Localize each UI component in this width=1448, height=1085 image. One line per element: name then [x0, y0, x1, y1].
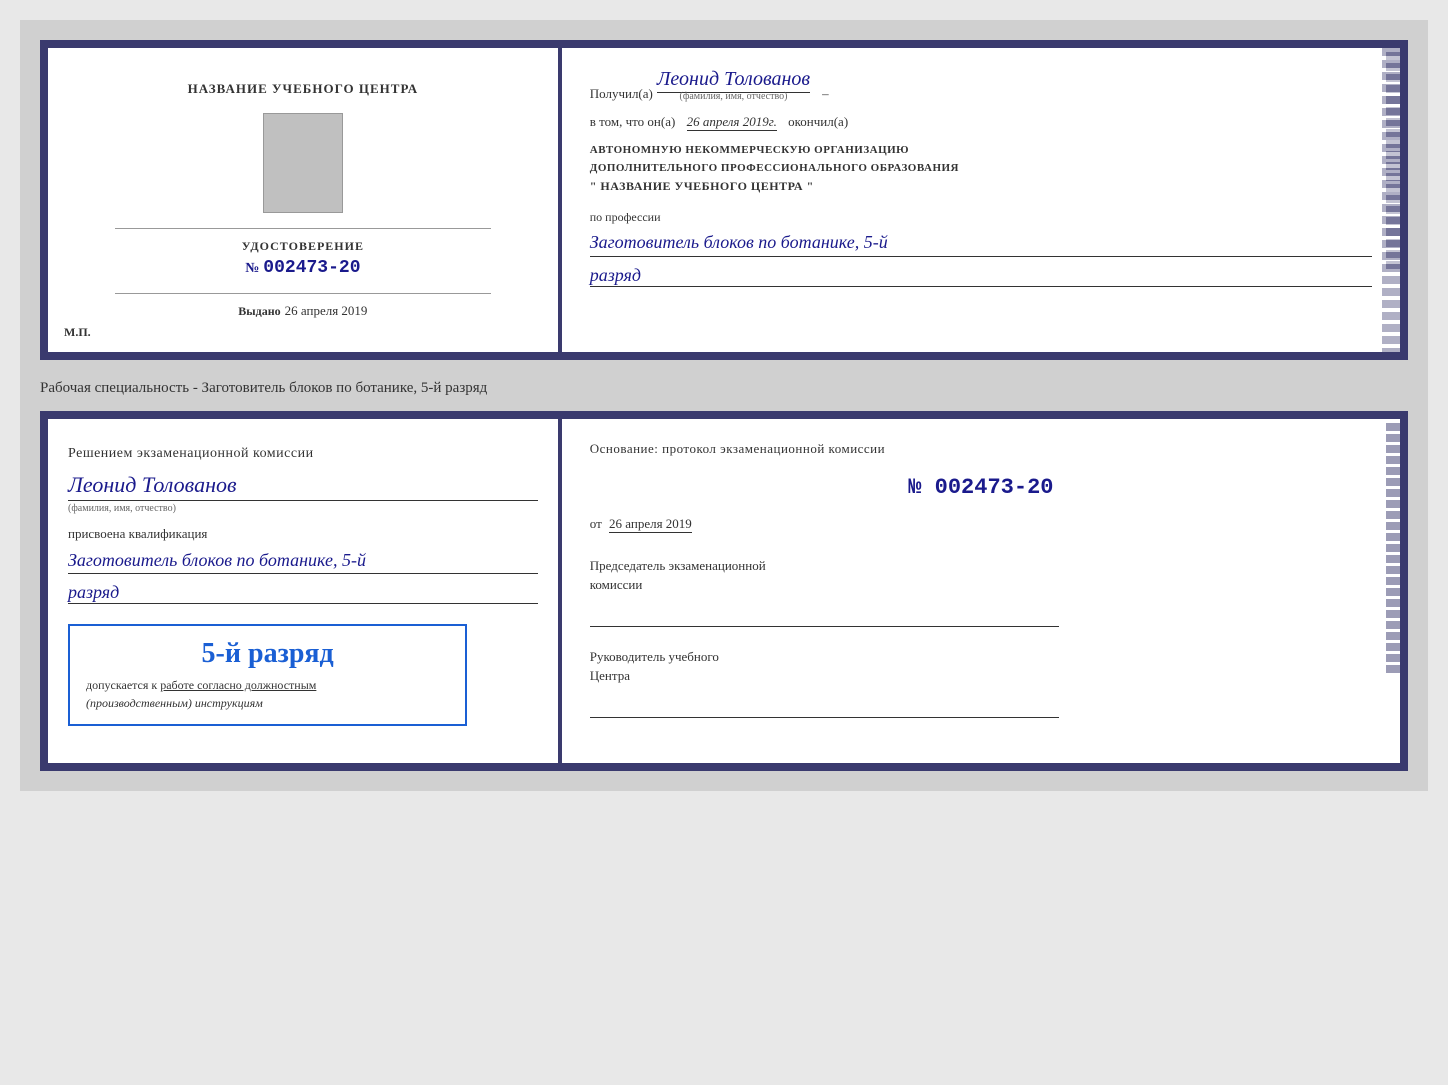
- exam-left-panel: Решением экзаменационной комиссии Леонид…: [48, 419, 562, 763]
- stamp-rank-text: 5-й разряд: [86, 638, 449, 670]
- person-name: Леонид Толованов: [68, 472, 538, 501]
- stamp-description: допускается к работе согласно должностны…: [86, 676, 449, 712]
- dash-separator: –: [822, 86, 829, 102]
- mp-label: М.П.: [64, 325, 91, 340]
- recipient-name: Леонид Толованов: [657, 68, 810, 93]
- cert-number-section: УДОСТОВЕРЕНИЕ № 002473-20: [115, 228, 491, 278]
- exam-right-panel: Основание: протокол экзаменационной коми…: [562, 419, 1400, 763]
- assigned-text: присвоена квалификация: [68, 526, 538, 542]
- basis-title: Основание: протокол экзаменационной коми…: [590, 439, 1372, 459]
- date-suffix: окончил(а): [788, 114, 848, 129]
- stamp-link: работе согласно должностным: [160, 678, 316, 692]
- date-prefix: в том, что он(а): [590, 114, 676, 129]
- fio-label-2: (фамилия, имя, отчество): [68, 503, 538, 514]
- director-label: Руководитель учебного Центра: [590, 647, 1372, 686]
- issued-date: 26 апреля 2019: [285, 303, 368, 318]
- org-line1: АВТОНОМНУЮ НЕКОММЕРЧЕСКУЮ ОРГАНИЗАЦИЮ: [590, 142, 1372, 160]
- director-signature-line: [590, 702, 1059, 718]
- photo-placeholder: [263, 113, 343, 213]
- protocol-date-value: 26 апреля 2019: [609, 516, 692, 533]
- issued-label: Выдано: [238, 304, 280, 318]
- cert-doc-label: УДОСТОВЕРЕНИЕ: [115, 239, 491, 254]
- received-prefix: Получил(а): [590, 86, 653, 102]
- protocol-number: № 002473-20: [590, 475, 1372, 500]
- chairman-section: Председатель экзаменационной комиссии: [590, 556, 1372, 627]
- profession-value: Заготовитель блоков по ботанике, 5-й: [590, 230, 1372, 256]
- cert-right-panel: Получил(а) Леонид Толованов (фамилия, им…: [562, 48, 1400, 352]
- cert-number-prefix: №: [245, 261, 259, 276]
- chairman-label: Председатель экзаменационной комиссии: [590, 556, 1372, 595]
- certificate-card-1: НАЗВАНИЕ УЧЕБНОГО ЦЕНТРА УДОСТОВЕРЕНИЕ №…: [40, 40, 1408, 360]
- org-quote-open: ": [590, 179, 597, 193]
- stamp-suffix: (производственным) инструкциям: [86, 696, 263, 710]
- date-value: 26 апреля 2019г.: [687, 114, 777, 131]
- org-quote-close: ": [807, 179, 814, 193]
- recipient-line: Получил(а) Леонид Толованов (фамилия, им…: [590, 68, 1372, 102]
- right-edge-decoration: [1386, 48, 1400, 352]
- cert-left-panel: НАЗВАНИЕ УЧЕБНОГО ЦЕНТРА УДОСТОВЕРЕНИЕ №…: [48, 48, 562, 352]
- org-section: АВТОНОМНУЮ НЕКОММЕРЧЕСКУЮ ОРГАНИЗАЦИЮ ДО…: [590, 142, 1372, 196]
- person-name-section: Леонид Толованов (фамилия, имя, отчество…: [68, 472, 538, 514]
- profession-section: по профессии Заготовитель блоков по бота…: [590, 208, 1372, 286]
- director-section: Руководитель учебного Центра: [590, 647, 1372, 718]
- cert-title-section: НАЗВАНИЕ УЧЕБНОГО ЦЕНТРА: [188, 80, 419, 98]
- exam-card: Решением экзаменационной комиссии Леонид…: [40, 411, 1408, 771]
- rank-line: разряд: [68, 582, 538, 604]
- page-wrapper: НАЗВАНИЕ УЧЕБНОГО ЦЕНТРА УДОСТОВЕРЕНИЕ №…: [20, 20, 1428, 791]
- cert-center-name: НАЗВАНИЕ УЧЕБНОГО ЦЕНТРА: [188, 81, 419, 96]
- org-line2: ДОПОЛНИТЕЛЬНОГО ПРОФЕССИОНАЛЬНОГО ОБРАЗО…: [590, 160, 1372, 178]
- stamp-box: 5-й разряд допускается к работе согласно…: [68, 624, 467, 726]
- protocol-date: от 26 апреля 2019: [590, 516, 1372, 532]
- qualification-value: Заготовитель блоков по ботанике, 5-й: [68, 548, 538, 574]
- right-edge-decoration-2: [1386, 419, 1400, 763]
- stamp-prefix: допускается к: [86, 678, 157, 692]
- date-prefix-2: от: [590, 516, 602, 531]
- decision-text: Решением экзаменационной комиссии: [68, 443, 538, 464]
- date-line: в том, что он(а) 26 апреля 2019г. окончи…: [590, 114, 1372, 130]
- org-name: НАЗВАНИЕ УЧЕБНОГО ЦЕНТРА: [600, 179, 803, 193]
- specialty-text: Рабочая специальность - Заготовитель бло…: [40, 376, 1408, 401]
- profession-label: по профессии: [590, 210, 661, 224]
- cert-number: 002473-20: [263, 258, 360, 278]
- chairman-signature-line: [590, 611, 1059, 627]
- fio-label: (фамилия, имя, отчество): [657, 91, 810, 102]
- rank-value: разряд: [590, 265, 1372, 287]
- issued-section: Выдано 26 апреля 2019: [115, 293, 491, 320]
- org-name-line: " НАЗВАНИЕ УЧЕБНОГО ЦЕНТРА ": [590, 177, 1372, 196]
